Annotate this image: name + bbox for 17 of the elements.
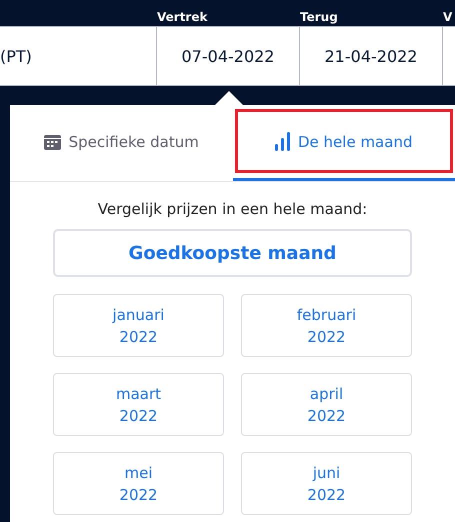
field-label: V	[443, 10, 452, 24]
date-field[interactable]: 21-04-2022	[300, 27, 443, 85]
month-button[interactable]: juni 2022	[241, 452, 412, 515]
calendar-icon	[44, 134, 61, 150]
bar-chart-icon	[275, 132, 290, 151]
date-field[interactable]: 07-04-2022	[157, 27, 300, 85]
pointer-notch	[215, 90, 243, 105]
month-button[interactable]: april 2022	[241, 373, 412, 436]
month-button[interactable]: januari 2022	[53, 294, 224, 357]
cheapest-month-button[interactable]: Goedkoopste maand	[53, 229, 412, 277]
month-button[interactable]: mei 2022	[53, 452, 224, 515]
month-button[interactable]: februari 2022	[241, 294, 412, 357]
field-label: Terug	[300, 10, 338, 24]
month-button[interactable]: maart 2022	[53, 373, 224, 436]
field-label: Vertrek	[157, 10, 208, 24]
date-field[interactable]: (PT)	[0, 27, 157, 85]
prompt-text: Vergelijk prijzen in een hele maand:	[96, 200, 368, 218]
